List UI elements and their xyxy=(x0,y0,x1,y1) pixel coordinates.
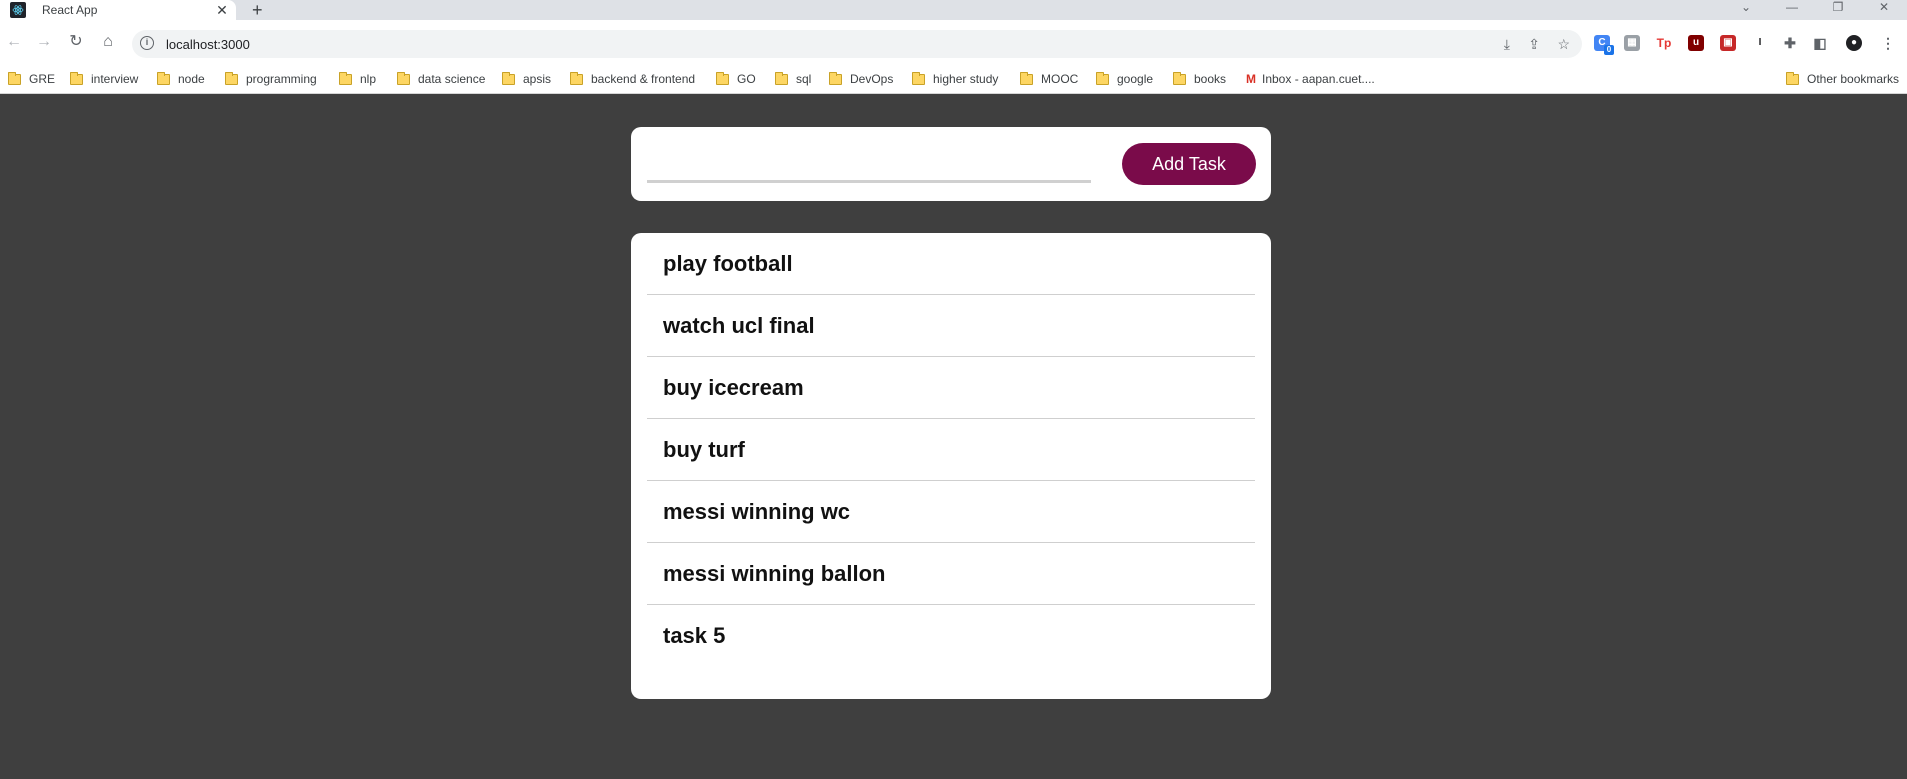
folder-icon xyxy=(829,71,842,85)
task-item[interactable]: buy icecream xyxy=(647,357,1255,419)
extension-badge: 0 xyxy=(1604,45,1614,55)
extension-icon[interactable]: ▦ xyxy=(1624,35,1640,51)
folder-icon xyxy=(8,71,21,85)
folder-icon xyxy=(1173,71,1186,85)
window-controls: ⌄ — ❐ ✕ xyxy=(1723,0,1907,20)
bookmark-folder[interactable]: node xyxy=(157,70,205,88)
bookmarks-bar: GRE interview node programming nlp data … xyxy=(0,64,1907,94)
bookmark-folder[interactable]: apsis xyxy=(502,70,551,88)
restore-icon[interactable]: ❐ xyxy=(1815,0,1861,20)
folder-icon xyxy=(1786,71,1799,85)
bookmark-gmail[interactable]: M Inbox - aapan.cuet.... xyxy=(1246,70,1375,88)
site-info-icon[interactable]: i xyxy=(140,36,154,50)
tab-title: React App xyxy=(42,3,98,17)
task-item[interactable]: task 5 xyxy=(647,605,1255,667)
task-input[interactable] xyxy=(647,147,1091,183)
task-item[interactable]: messi winning ballon xyxy=(647,543,1255,605)
close-tab-icon[interactable]: ✕ xyxy=(214,2,230,19)
more-icon[interactable]: ⋮ xyxy=(1880,35,1896,51)
task-item[interactable]: messi winning wc xyxy=(647,481,1255,543)
bookmark-folder[interactable]: google xyxy=(1096,70,1153,88)
other-bookmarks[interactable]: Other bookmarks xyxy=(1786,70,1899,88)
bookmark-folder[interactable]: GRE xyxy=(8,70,55,88)
bookmark-folder[interactable]: sql xyxy=(775,70,811,88)
add-task-button[interactable]: Add Task xyxy=(1122,143,1256,185)
bookmark-folder[interactable]: nlp xyxy=(339,70,376,88)
bookmark-folder[interactable]: interview xyxy=(70,70,138,88)
address-bar[interactable]: i localhost:3000 ⤓ ⇪ ☆ xyxy=(132,30,1582,58)
folder-icon xyxy=(570,71,583,85)
reload-icon[interactable]: ↻ xyxy=(66,34,86,50)
folder-icon xyxy=(1020,71,1033,85)
ublock-icon[interactable]: u xyxy=(1688,35,1704,51)
folder-icon xyxy=(339,71,352,85)
new-tab-icon[interactable]: + xyxy=(252,1,263,19)
react-icon xyxy=(10,2,26,18)
bookmark-star-icon[interactable]: ☆ xyxy=(1557,36,1570,53)
bookmark-folder[interactable]: higher study xyxy=(912,70,998,88)
folder-icon xyxy=(225,71,238,85)
bookmark-folder[interactable]: DevOps xyxy=(829,70,893,88)
bookmark-folder[interactable]: data science xyxy=(397,70,485,88)
home-icon[interactable]: ⌂ xyxy=(98,34,118,50)
bookmark-folder[interactable]: GO xyxy=(716,70,756,88)
install-icon[interactable]: ⤓ xyxy=(1504,36,1510,53)
extension-icon[interactable]: Tp xyxy=(1656,35,1672,51)
browser-toolbar: ← → ↻ ⌂ i localhost:3000 ⤓ ⇪ ☆ xyxy=(0,20,1907,68)
folder-icon xyxy=(397,71,410,85)
back-icon[interactable]: ← xyxy=(4,34,24,50)
bookmark-folder[interactable]: books xyxy=(1173,70,1226,88)
folder-icon xyxy=(716,71,729,85)
gmail-icon: M xyxy=(1246,72,1256,86)
task-list: play football watch ucl final buy icecre… xyxy=(631,233,1271,699)
tab-strip: React App ✕ + ⌄ — ❐ ✕ xyxy=(0,0,1907,20)
task-item[interactable]: buy turf xyxy=(647,419,1255,481)
folder-icon xyxy=(157,71,170,85)
bookmark-folder[interactable]: programming xyxy=(225,70,317,88)
bookmark-folder[interactable]: backend & frontend xyxy=(570,70,695,88)
extension-icon[interactable]: ▣ xyxy=(1720,35,1736,51)
add-task-form: Add Task xyxy=(631,127,1271,201)
browser-tab[interactable]: React App ✕ xyxy=(0,0,236,20)
puzzle-icon[interactable]: ✚ xyxy=(1782,35,1798,51)
task-item[interactable]: watch ucl final xyxy=(647,295,1255,357)
folder-icon xyxy=(912,71,925,85)
minimize-icon[interactable]: — xyxy=(1769,0,1815,20)
folder-icon xyxy=(70,71,83,85)
bookmark-folder[interactable]: MOOC xyxy=(1020,70,1078,88)
close-window-icon[interactable]: ✕ xyxy=(1861,0,1907,20)
folder-icon xyxy=(1096,71,1109,85)
url-text: localhost:3000 xyxy=(166,37,250,52)
avatar[interactable]: ● xyxy=(1846,35,1862,51)
side-panel-icon[interactable]: ◧ xyxy=(1812,35,1828,51)
folder-icon xyxy=(502,71,515,85)
share-icon[interactable]: ⇪ xyxy=(1528,36,1540,53)
extension-icon[interactable]: I xyxy=(1752,35,1768,51)
tab-search-icon[interactable]: ⌄ xyxy=(1723,0,1769,20)
forward-icon[interactable]: → xyxy=(34,34,54,50)
task-item[interactable]: play football xyxy=(647,233,1255,295)
folder-icon xyxy=(775,71,788,85)
extension-icon[interactable]: C0 xyxy=(1594,35,1614,55)
